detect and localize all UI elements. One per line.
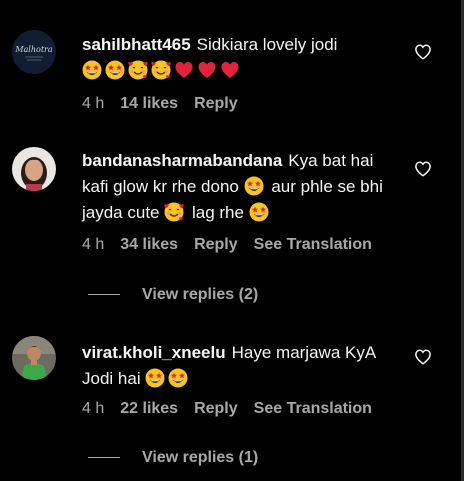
comment-text: virat.kholi_xneelu Haye marjawa KyA Jodi … — [82, 340, 402, 392]
star-struck-emoji-icon — [82, 60, 102, 80]
heart-outline-icon[interactable] — [414, 348, 432, 366]
comment-meta: 4 h 14 likes Reply — [82, 95, 254, 113]
smiling-hearts-emoji-icon — [128, 60, 148, 80]
star-struck-emoji-icon — [145, 368, 165, 388]
view-replies-button[interactable]: View replies (1) — [88, 449, 258, 467]
view-replies-button[interactable]: View replies (2) — [88, 286, 258, 304]
likes-count[interactable]: 34 likes — [120, 236, 178, 253]
username[interactable]: sahilbhatt465 — [82, 35, 191, 54]
comment-meta: 4 h 34 likes Reply See Translation — [82, 236, 388, 254]
smiling-hearts-emoji-icon — [151, 60, 171, 80]
smiling-hearts-emoji-icon — [164, 202, 184, 222]
reply-button[interactable]: Reply — [194, 95, 238, 112]
timestamp: 4 h — [82, 400, 105, 417]
view-replies-label: View replies (1) — [142, 449, 259, 466]
likes-count[interactable]: 14 likes — [120, 95, 178, 112]
timestamp: 4 h — [82, 236, 105, 253]
red-heart-emoji-icon — [174, 60, 194, 80]
username[interactable]: virat.kholi_xneelu — [82, 343, 226, 362]
avatar[interactable] — [12, 336, 56, 380]
star-struck-emoji-icon — [244, 176, 264, 196]
comment-text: bandanasharmabandana Kya bat hai kafi glo… — [82, 148, 402, 226]
replies-divider — [88, 457, 120, 459]
reply-button[interactable]: Reply — [194, 236, 238, 253]
username[interactable]: bandanasharmabandana — [82, 151, 282, 170]
red-heart-emoji-icon — [220, 60, 240, 80]
see-translation-button[interactable]: See Translation — [254, 236, 372, 253]
comment-body: Sidkiara lovely jodi — [196, 35, 338, 54]
view-replies-label: View replies (2) — [142, 286, 259, 303]
star-struck-emoji-icon — [249, 202, 269, 222]
star-struck-emoji-icon — [168, 368, 188, 388]
avatar[interactable] — [12, 147, 56, 191]
replies-divider — [88, 294, 120, 296]
star-struck-emoji-icon — [105, 60, 125, 80]
likes-count[interactable]: 22 likes — [120, 400, 178, 417]
heart-outline-icon[interactable] — [414, 160, 432, 178]
svg-text:Malhotra: Malhotra — [14, 45, 53, 54]
heart-outline-icon[interactable] — [414, 43, 432, 61]
see-translation-button[interactable]: See Translation — [254, 400, 372, 417]
red-heart-emoji-icon — [197, 60, 217, 80]
reply-button[interactable]: Reply — [194, 400, 238, 417]
comment-meta: 4 h 22 likes Reply See Translation — [82, 400, 388, 418]
emoji-row — [82, 61, 243, 80]
timestamp: 4 h — [82, 95, 105, 112]
avatar[interactable]: Malhotra — [12, 30, 56, 74]
comment-text: sahilbhatt465 Sidkiara lovely jodi — [82, 32, 412, 84]
comment-body-3: lag rhe — [191, 203, 244, 222]
